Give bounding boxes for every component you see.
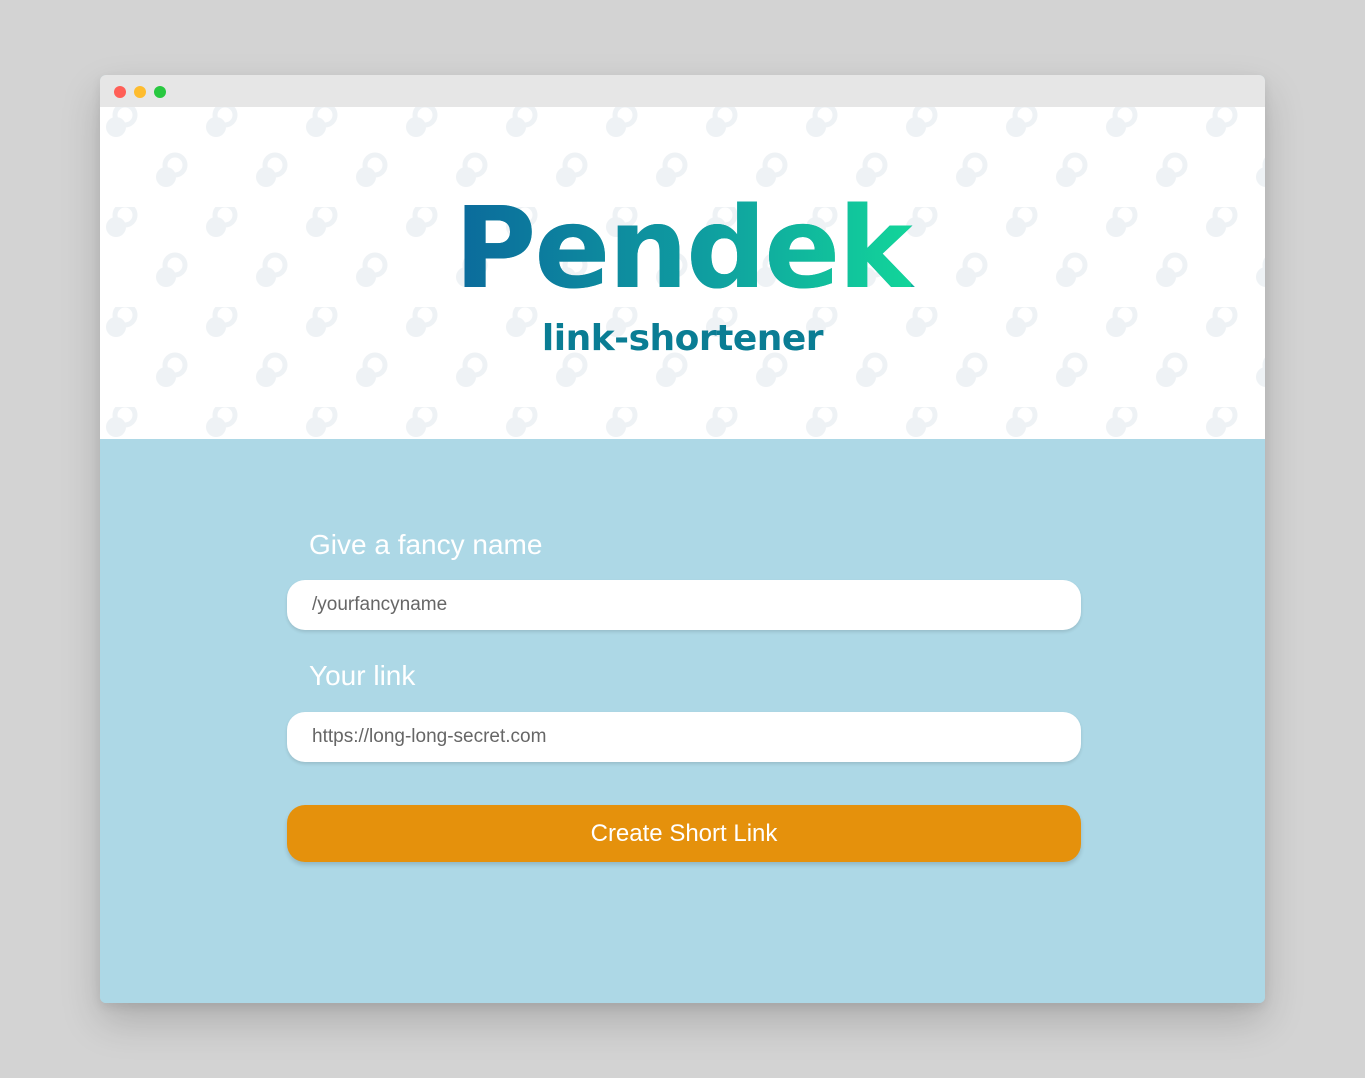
fancy-name-input[interactable] — [287, 580, 1081, 630]
brand-name: Pendek — [454, 184, 912, 314]
fancy-name-label: Give a fancy name — [309, 529, 543, 560]
shorten-form: Give a fancy name Your link Create Short… — [100, 439, 1265, 1003]
long-link-input[interactable] — [287, 712, 1081, 762]
window-titlebar — [100, 75, 1265, 107]
maximize-window-icon[interactable] — [154, 86, 166, 98]
hero-banner: Pendek link-shortener — [100, 107, 1265, 439]
browser-window: Pendek link-shortener Give a fancy name … — [100, 75, 1265, 1003]
close-window-icon[interactable] — [114, 86, 126, 98]
minimize-window-icon[interactable] — [134, 86, 146, 98]
create-short-link-button[interactable]: Create Short Link — [287, 805, 1081, 862]
brand-tagline: link-shortener — [541, 318, 824, 359]
brand-title: Pendek — [100, 189, 1265, 309]
your-link-label: Your link — [309, 660, 416, 691]
